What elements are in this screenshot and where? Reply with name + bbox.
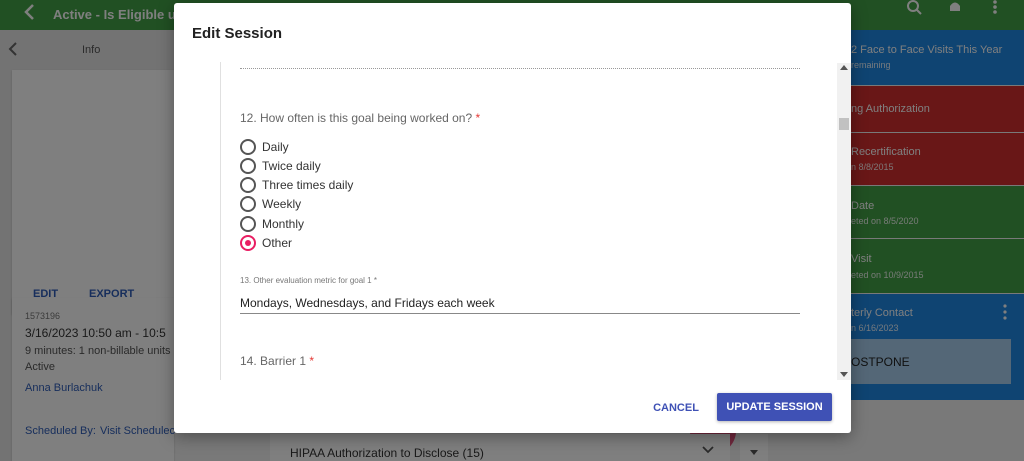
- radio-option-twice-daily[interactable]: Twice daily: [240, 157, 321, 175]
- edit-session-dialog: Edit Session 12. How often is this goal …: [174, 3, 851, 433]
- dialog-scrollbar[interactable]: [837, 63, 851, 380]
- other-metric-input[interactable]: [240, 292, 800, 314]
- dialog-content: 12. How often is this goal being worked …: [220, 62, 839, 380]
- radio-label: Other: [262, 236, 293, 250]
- radio-label: Weekly: [262, 197, 302, 211]
- question-12-text: 12. How often is this goal being worked …: [240, 111, 473, 125]
- dialog-title: Edit Session: [192, 25, 283, 42]
- scrollbar-thumb[interactable]: [839, 118, 849, 130]
- question-14-label: 14. Barrier 1 *: [240, 354, 314, 368]
- required-marker: *: [309, 354, 315, 368]
- radio-button[interactable]: [240, 139, 256, 155]
- radio-button[interactable]: [240, 196, 256, 212]
- update-session-button[interactable]: UPDATE SESSION: [717, 393, 832, 421]
- radio-option-other[interactable]: Other: [240, 234, 292, 252]
- radio-button[interactable]: [240, 216, 256, 232]
- scroll-up-arrow-icon[interactable]: [840, 65, 848, 70]
- required-marker: *: [475, 111, 481, 125]
- radio-button-selected[interactable]: [240, 235, 256, 251]
- radio-label: Daily: [262, 140, 289, 154]
- radio-option-daily[interactable]: Daily: [240, 138, 289, 156]
- question-12-label: 12. How often is this goal being worked …: [240, 111, 480, 125]
- radio-option-monthly[interactable]: Monthly: [240, 215, 304, 233]
- question-14-text: 14. Barrier 1: [240, 354, 307, 368]
- radio-button[interactable]: [240, 158, 256, 174]
- radio-label: Monthly: [262, 217, 305, 231]
- question-13-label: 13. Other evaluation metric for goal 1 *: [240, 276, 377, 285]
- cancel-button[interactable]: CANCEL: [644, 395, 708, 421]
- radio-option-weekly[interactable]: Weekly: [240, 195, 301, 213]
- section-divider: [220, 62, 221, 380]
- radio-label: Three times daily: [262, 178, 354, 192]
- radio-option-three-times-daily[interactable]: Three times daily: [240, 176, 353, 194]
- radio-button[interactable]: [240, 177, 256, 193]
- radio-label: Twice daily: [262, 159, 321, 173]
- scroll-down-arrow-icon[interactable]: [840, 372, 848, 377]
- dotted-divider: [240, 68, 800, 69]
